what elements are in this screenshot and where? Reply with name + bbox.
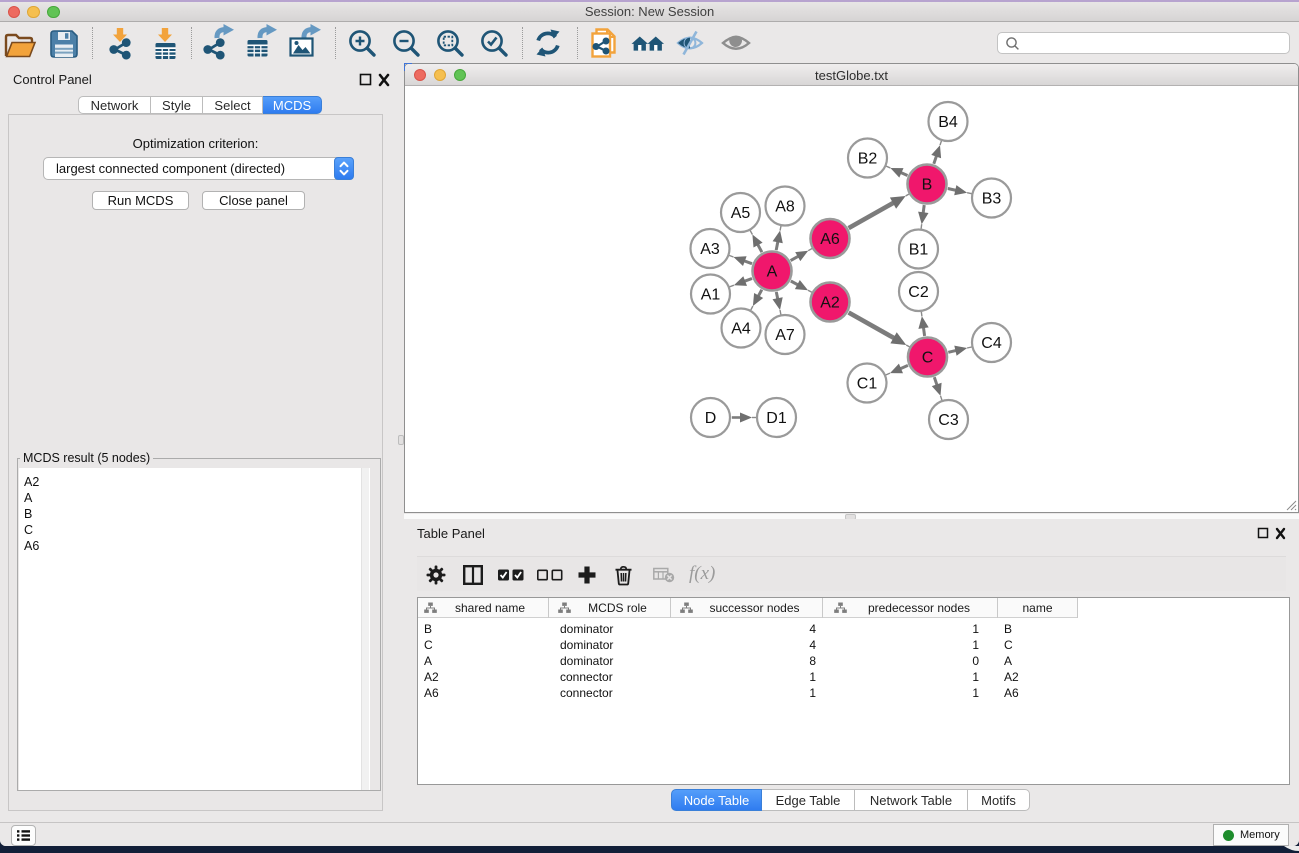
svg-text:D: D	[705, 410, 717, 427]
svg-text:B4: B4	[938, 114, 958, 131]
svg-text:A3: A3	[700, 241, 720, 258]
svg-text:A4: A4	[731, 321, 751, 338]
svg-text:D1: D1	[766, 410, 787, 427]
svg-text:A1: A1	[701, 287, 721, 304]
svg-text:A: A	[767, 264, 778, 281]
svg-text:A8: A8	[775, 199, 795, 216]
svg-text:A7: A7	[775, 327, 795, 344]
svg-text:B2: B2	[858, 151, 878, 168]
svg-text:B: B	[922, 177, 933, 194]
svg-text:A2: A2	[820, 295, 840, 312]
svg-text:B1: B1	[909, 242, 929, 259]
svg-text:C: C	[922, 350, 934, 367]
svg-text:C1: C1	[857, 376, 878, 393]
svg-text:A6: A6	[820, 231, 840, 248]
svg-text:C2: C2	[908, 284, 929, 301]
svg-text:A5: A5	[731, 205, 751, 222]
svg-text:B3: B3	[982, 191, 1002, 208]
svg-text:C3: C3	[938, 412, 959, 429]
svg-text:C4: C4	[981, 335, 1002, 352]
